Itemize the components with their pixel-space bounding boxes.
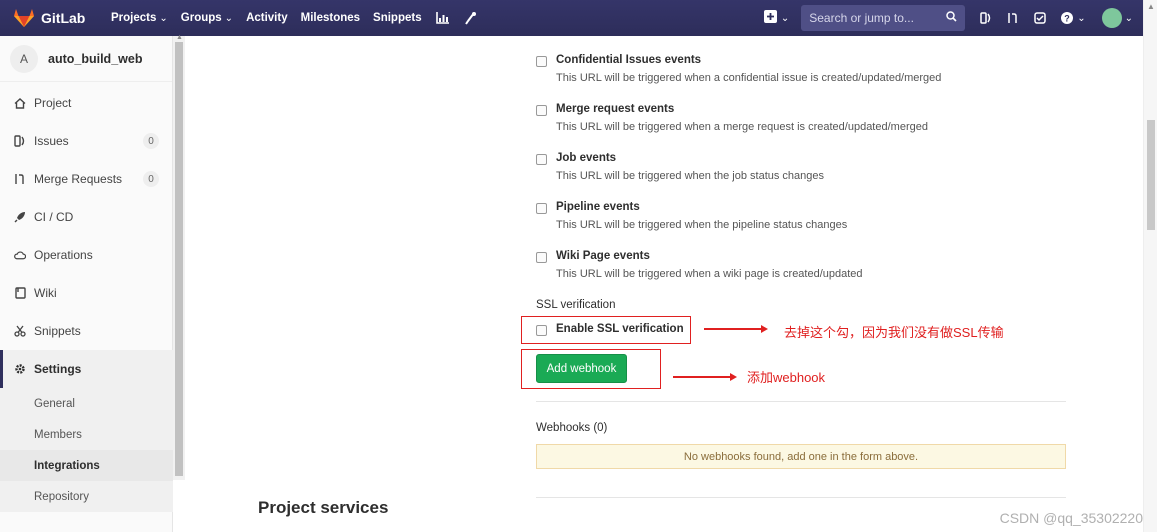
sidebar-item-label: CI / CD xyxy=(34,210,74,224)
sidebar-item-issues[interactable]: Issues 0 xyxy=(0,122,173,160)
sidebar-scrollbar[interactable]: ▲ xyxy=(173,34,185,480)
page-scrollbar[interactable]: ▲ xyxy=(1143,0,1157,532)
project-avatar: A xyxy=(10,44,38,73)
search-placeholder: Search or jump to... xyxy=(809,11,914,25)
chart-icon[interactable] xyxy=(435,12,450,24)
book-icon xyxy=(14,287,26,299)
event-title: Merge request events xyxy=(556,103,675,115)
chevron-down-icon: ⌄ xyxy=(224,13,234,24)
issues-nav-icon[interactable] xyxy=(980,12,992,24)
webhooks-title: Webhooks (0) xyxy=(536,422,608,434)
project-services-heading: Project services xyxy=(258,498,389,517)
chevron-down-icon: ⌄ xyxy=(780,12,790,24)
add-webhook-button[interactable]: Add webhook xyxy=(536,354,627,383)
sidebar-item-project[interactable]: Project xyxy=(0,84,173,122)
project-name: auto_build_web xyxy=(48,51,143,66)
sidebar-item-label: Operations xyxy=(34,248,93,262)
wiki-page-events-checkbox[interactable] xyxy=(536,252,547,263)
pipeline-events-checkbox[interactable] xyxy=(536,203,547,214)
top-navbar: GitLab Projects ⌄ Groups ⌄ Activity Milest… xyxy=(0,0,1157,36)
ssl-checkbox-label: Enable SSL verification xyxy=(556,323,684,335)
chevron-down-icon: ⌄ xyxy=(1077,12,1086,24)
search-icon xyxy=(946,11,957,25)
ssl-annotation-note: 去掉这个勾，因为我们没有做SSL传输 xyxy=(784,325,1004,340)
gear-icon xyxy=(14,363,26,375)
todo-icon[interactable] xyxy=(1034,12,1046,24)
sidebar-item-wiki[interactable]: Wiki xyxy=(0,274,173,312)
sidebar-item-label: Project xyxy=(34,96,72,110)
sidebar-item-label: Issues xyxy=(34,134,69,148)
divider xyxy=(536,401,1066,402)
annotation-arrow xyxy=(704,325,768,333)
project-header[interactable]: A auto_build_web xyxy=(0,36,172,82)
event-description: This URL will be triggered when the pipe… xyxy=(556,219,848,231)
nav-projects[interactable]: Projects ⌄ xyxy=(111,12,168,24)
merge-requests-count-badge: 0 xyxy=(143,171,159,187)
help-icon[interactable]: ? ⌄ xyxy=(1061,12,1086,24)
watermark: CSDN @qq_35302220 xyxy=(999,510,1143,526)
scroll-up-arrow-icon[interactable]: ▲ xyxy=(176,34,183,41)
home-icon xyxy=(14,97,26,109)
event-description: This URL will be triggered when the job … xyxy=(556,170,825,182)
event-description: This URL will be triggered when a merge … xyxy=(556,121,928,133)
job-events-checkbox[interactable] xyxy=(536,154,547,165)
main-content: Confidential Issues events This URL will… xyxy=(186,36,1143,532)
sidebar-item-settings[interactable]: Settings xyxy=(0,350,173,388)
event-title: Job events xyxy=(556,152,617,164)
sidebar-item-ci-cd[interactable]: CI / CD xyxy=(0,198,173,236)
sidebar-item-merge-requests[interactable]: Merge Requests 0 xyxy=(0,160,173,198)
sidebar-subitem-members[interactable]: Members xyxy=(0,419,173,450)
event-description: This URL will be triggered when a confid… xyxy=(556,72,942,84)
cloud-icon xyxy=(14,249,26,261)
chevron-down-icon[interactable]: ⌄ xyxy=(1125,13,1133,24)
brand-name: GitLab xyxy=(41,10,86,26)
event-title: Confidential Issues events xyxy=(556,54,702,66)
sidebar-subitem-integrations[interactable]: Integrations xyxy=(0,450,173,481)
plus-square-icon xyxy=(763,10,777,26)
gitlab-home-link[interactable]: GitLab xyxy=(0,0,98,36)
event-description: This URL will be triggered when a wiki p… xyxy=(556,268,863,280)
sidebar-subitem-general[interactable]: General xyxy=(0,388,173,419)
issues-count-badge: 0 xyxy=(143,133,159,149)
user-avatar[interactable] xyxy=(1101,8,1122,28)
sidebar-item-snippets[interactable]: Snippets xyxy=(0,312,173,350)
sidebar-item-label: Wiki xyxy=(34,286,57,300)
event-title: Wiki Page events xyxy=(556,250,650,262)
project-sidebar: A auto_build_web Project Issues 0 Merge … xyxy=(0,36,173,532)
nav-right-group: ⌄ Search or jump to... ? ⌄ ⌄ xyxy=(763,0,1157,36)
enable-ssl-checkbox[interactable] xyxy=(536,325,547,336)
nav-activity[interactable]: Activity xyxy=(246,12,288,24)
sidebar-item-label: Merge Requests xyxy=(34,172,123,186)
page-scroll-thumb[interactable] xyxy=(1147,120,1155,230)
ssl-verification-label: SSL verification xyxy=(536,299,616,311)
issues-icon xyxy=(14,135,26,147)
merge-request-nav-icon[interactable] xyxy=(1007,12,1019,24)
scroll-up-arrow-icon[interactable]: ▲ xyxy=(1147,2,1155,11)
svg-text:?: ? xyxy=(1064,14,1070,24)
rocket-icon xyxy=(14,211,26,223)
sidebar-item-label: Settings xyxy=(34,362,82,376)
annotation-arrow xyxy=(673,373,737,381)
wrench-icon[interactable] xyxy=(464,11,476,25)
confidential-issues-checkbox[interactable] xyxy=(536,56,547,67)
search-input[interactable]: Search or jump to... xyxy=(801,5,966,31)
gitlab-logo-icon xyxy=(14,9,34,27)
divider xyxy=(536,497,1066,498)
nav-snippets[interactable]: Snippets xyxy=(373,12,422,24)
webhook-annotation-note: 添加webhook xyxy=(747,370,826,385)
new-dropdown[interactable]: ⌄ xyxy=(763,10,790,26)
scissors-icon xyxy=(14,325,26,337)
merge-request-icon xyxy=(14,173,26,185)
sidebar-item-operations[interactable]: Operations xyxy=(0,236,173,274)
webhooks-empty-alert: No webhooks found, add one in the form a… xyxy=(536,444,1066,469)
sidebar-item-label: Snippets xyxy=(34,324,81,338)
sidebar-subitem-repository[interactable]: Repository xyxy=(0,481,173,512)
nav-groups[interactable]: Groups ⌄ xyxy=(181,12,233,24)
sidebar-scroll-thumb[interactable] xyxy=(175,42,183,476)
chevron-down-icon: ⌄ xyxy=(159,13,168,24)
event-title: Pipeline events xyxy=(556,201,640,213)
nav-milestones[interactable]: Milestones xyxy=(301,12,360,24)
merge-request-events-checkbox[interactable] xyxy=(536,105,547,116)
